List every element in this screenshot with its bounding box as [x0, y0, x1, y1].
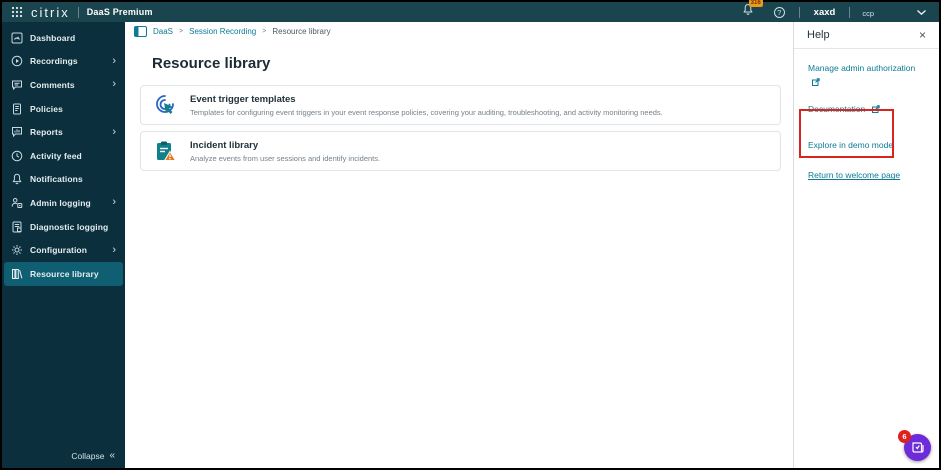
help-panel-title: Help — [807, 29, 830, 41]
guide-book-icon — [911, 441, 925, 454]
card-description: Templates for configuring event triggers… — [190, 107, 663, 117]
sidebar-item-label: Admin logging — [30, 197, 91, 208]
chat-notification-badge: 6 — [898, 430, 911, 443]
chevron-right-icon: › — [112, 196, 116, 209]
org-label[interactable]: ccp — [862, 9, 874, 18]
sidebar-item-configuration[interactable]: Configuration › — [2, 238, 125, 262]
link-label: Documentation — [808, 104, 866, 115]
notification-count-badge: 316 — [748, 0, 763, 7]
sidebar-item-notifications[interactable]: Notifications — [2, 168, 125, 192]
external-link-icon — [812, 77, 820, 91]
chevron-right-icon: › — [112, 54, 116, 67]
admin-logging-icon — [11, 197, 23, 209]
resource-library-icon — [11, 268, 23, 280]
sidebar-item-admin-logging[interactable]: Admin logging › — [2, 191, 125, 215]
chevron-right-icon: › — [112, 78, 116, 91]
topbar-divider — [77, 6, 79, 18]
breadcrumb-link-daas[interactable]: DaaS — [153, 27, 173, 36]
sidebar-item-label: Recordings — [30, 56, 78, 67]
sidebar-item-label: Resource library — [30, 268, 99, 279]
diagnostic-logging-icon — [11, 221, 23, 233]
card-description: Analyze events from user sessions and id… — [190, 153, 381, 163]
sidebar-item-label: Notifications — [30, 174, 83, 185]
external-link-icon — [871, 104, 880, 118]
panel-toggle-icon[interactable] — [134, 25, 147, 37]
help-panel: Help × Manage admin authorization Docume… — [793, 22, 939, 468]
card-text: Incident library Analyze events from use… — [190, 140, 380, 163]
sidebar-item-activity-feed[interactable]: Activity feed — [2, 144, 125, 168]
notifications-bell-icon[interactable]: 316 — [742, 0, 763, 21]
link-manage-admin-authorization[interactable]: Manage admin authorization — [808, 62, 924, 90]
activity-feed-icon — [11, 150, 23, 162]
card-title: Event trigger templates — [190, 93, 296, 105]
card-event-trigger-templates[interactable]: Event trigger templates Templates for co… — [140, 85, 781, 125]
sidebar-item-comments[interactable]: Comments › — [2, 73, 125, 97]
topbar-divider — [798, 6, 800, 18]
dashboard-icon — [11, 32, 23, 44]
comments-icon — [11, 79, 23, 91]
notifications-icon — [11, 173, 23, 185]
help-icon[interactable]: ? — [773, 6, 785, 18]
sidebar-nav: Dashboard Recordings › Comments › Polici… — [2, 22, 125, 468]
sidebar-item-label: Comments — [30, 79, 75, 90]
collapse-label: Collapse — [71, 450, 105, 461]
link-label: Manage admin authorization — [808, 63, 916, 73]
sidebar-item-label: Configuration — [30, 245, 88, 256]
sidebar-item-label: Reports — [30, 127, 63, 138]
sidebar-item-dashboard[interactable]: Dashboard — [2, 26, 125, 50]
chevron-right-icon: › — [112, 125, 116, 138]
breadcrumb-separator-icon: > — [179, 27, 184, 35]
app-window: citrix DaaS Premium 316 ? xaxd ccp Dashb… — [0, 0, 941, 470]
sidebar-collapse-button[interactable]: Collapse « — [71, 450, 115, 461]
card-incident-library[interactable]: Incident library Analyze events from use… — [140, 131, 781, 171]
account-chevron-down-icon[interactable] — [916, 9, 927, 16]
breadcrumb: DaaS > Session Recording > Resource libr… — [125, 22, 793, 40]
username-label[interactable]: xaxd — [814, 7, 836, 18]
link-documentation[interactable]: Documentation — [808, 103, 925, 118]
breadcrumb-link-session-recording[interactable]: Session Recording — [189, 27, 256, 36]
resource-cards: Event trigger templates Templates for co… — [140, 85, 781, 171]
card-text: Event trigger templates Templates for co… — [190, 94, 663, 117]
configuration-icon — [11, 244, 23, 256]
sidebar-item-label: Dashboard — [30, 32, 76, 43]
main-content: DaaS > Session Recording > Resource libr… — [125, 22, 793, 468]
collapse-chevrons-icon: « — [109, 450, 115, 461]
sidebar-item-policies[interactable]: Policies — [2, 97, 125, 121]
breadcrumb-separator-icon: > — [262, 27, 267, 35]
help-panel-header: Help × — [794, 22, 939, 49]
top-bar-right: 316 ? xaxd ccp — [742, 0, 939, 21]
top-bar: citrix DaaS Premium 316 ? xaxd ccp — [2, 0, 939, 22]
sidebar-item-resource-library[interactable]: Resource library — [4, 261, 123, 286]
chevron-right-icon: › — [112, 243, 116, 256]
link-explore-demo-mode[interactable]: Explore in demo mode — [808, 139, 925, 153]
page-title: Resource library — [152, 55, 271, 72]
sidebar-item-label: Policies — [30, 103, 63, 114]
card-title: Incident library — [190, 139, 259, 151]
topbar-divider — [849, 6, 851, 18]
help-links: Manage admin authorization Documentation… — [794, 49, 939, 183]
sidebar-item-label: Diagnostic logging — [30, 221, 109, 232]
citrix-logo: citrix — [31, 4, 70, 20]
product-name: DaaS Premium — [86, 7, 153, 17]
recordings-icon — [11, 55, 23, 67]
sidebar-item-label: Activity feed — [30, 150, 82, 161]
sidebar-item-reports[interactable]: Reports › — [2, 120, 125, 144]
sidebar-item-recordings[interactable]: Recordings › — [2, 50, 125, 74]
top-bar-left: citrix DaaS Premium — [2, 5, 153, 20]
breadcrumb-current-page: Resource library — [272, 26, 331, 36]
incident-library-icon — [153, 139, 177, 163]
link-return-welcome-page[interactable]: Return to welcome page — [808, 169, 925, 183]
reports-icon — [11, 126, 23, 138]
sidebar-item-diagnostic-logging[interactable]: Diagnostic logging — [2, 215, 125, 239]
app-grid-icon[interactable] — [11, 6, 23, 18]
event-trigger-icon — [153, 93, 177, 117]
policies-icon — [11, 103, 23, 115]
close-icon[interactable]: × — [919, 29, 926, 41]
